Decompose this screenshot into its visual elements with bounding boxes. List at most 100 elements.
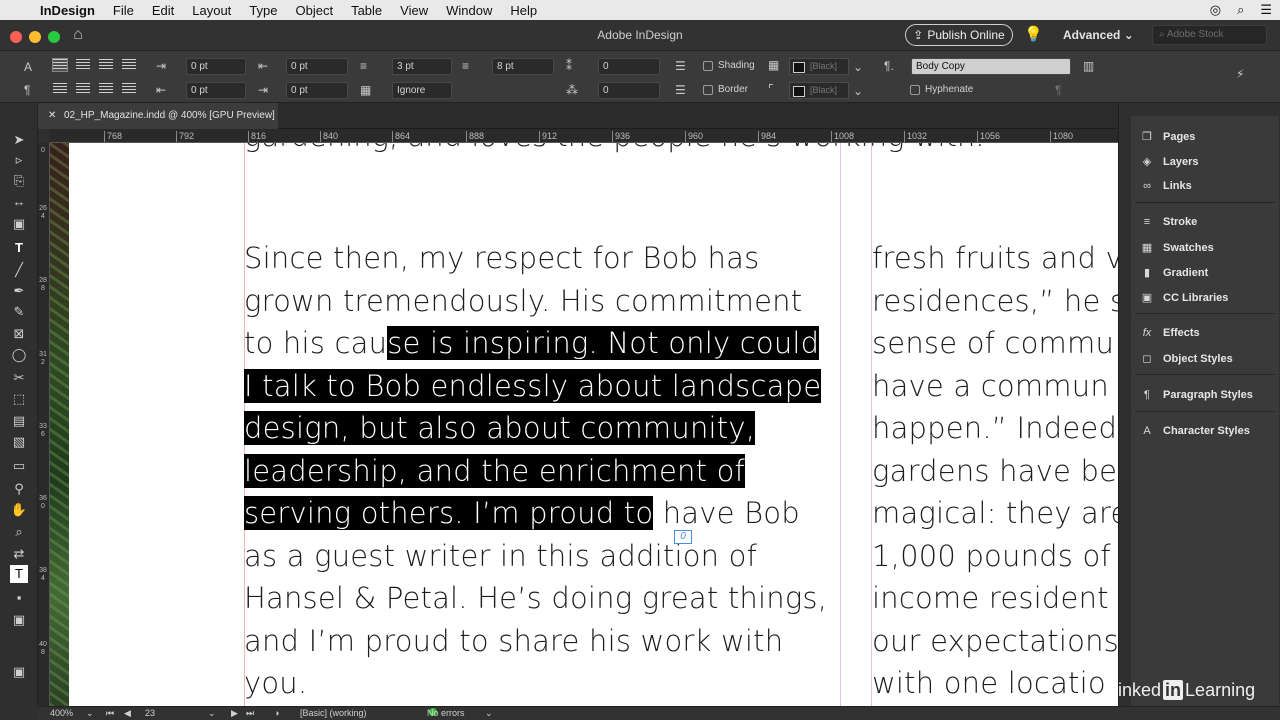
first-line-indent-field[interactable]: 0 pt: [186, 82, 246, 99]
drop-cap-lines-field[interactable]: 0: [598, 58, 660, 75]
character-formatting-icon[interactable]: A: [24, 60, 32, 74]
open-file-icon[interactable]: ◑: [274, 708, 279, 718]
panel-character-styles[interactable]: A Character Styles: [1139, 425, 1250, 437]
next-page-icon[interactable]: ▶: [231, 708, 238, 719]
quick-apply-icon[interactable]: ⚡: [1236, 67, 1244, 81]
menu-type[interactable]: Type: [249, 3, 277, 18]
document-tab[interactable]: ✕ 02_HP_Magazine.indd @ 400% [GPU Previe…: [38, 103, 278, 129]
note-tool-icon[interactable]: ▭: [9, 457, 29, 475]
creative-cloud-icon[interactable]: ◎: [1210, 2, 1221, 18]
panel-cc-libraries[interactable]: ▣ CC Libraries: [1139, 291, 1229, 305]
space-after-field[interactable]: 8 pt: [492, 58, 554, 75]
shading-settings-icon[interactable]: ▦: [768, 58, 779, 72]
normal-view-mode-icon[interactable]: ▣: [9, 611, 29, 629]
text-frame-column-2[interactable]: fresh fruits and v residences,” he s sen…: [872, 237, 1118, 705]
last-page-icon[interactable]: ⏭: [246, 708, 254, 719]
spotlight-search-icon[interactable]: ⌕: [1237, 2, 1244, 18]
adobe-stock-search-input[interactable]: ⌕ Adobe Stock: [1152, 25, 1267, 45]
justify-left-icon[interactable]: [122, 59, 136, 71]
justify-all-icon[interactable]: [76, 83, 90, 95]
first-page-icon[interactable]: ⏮: [106, 708, 114, 719]
menu-app-name[interactable]: InDesign: [40, 3, 95, 18]
apply-color-icon[interactable]: ▪: [9, 589, 29, 607]
page-dropdown-icon[interactable]: ⌄: [208, 708, 216, 719]
align-center-icon[interactable]: [76, 59, 90, 71]
border-settings-icon[interactable]: ⌜: [768, 82, 774, 96]
menu-object[interactable]: Object: [296, 3, 334, 18]
free-transform-tool-icon[interactable]: ⬚: [9, 390, 29, 408]
menu-edit[interactable]: Edit: [152, 3, 174, 18]
document-page[interactable]: gardening, and loves the people he’s wor…: [69, 143, 1118, 706]
notification-center-icon[interactable]: ☰: [1260, 2, 1272, 18]
home-icon[interactable]: ⌂: [68, 26, 88, 46]
panel-pages[interactable]: ❐ Pages: [1139, 130, 1195, 144]
menu-help[interactable]: Help: [510, 3, 537, 18]
direct-selection-tool-icon[interactable]: ▹: [9, 151, 29, 169]
menu-file[interactable]: File: [113, 3, 134, 18]
vertical-ruler[interactable]: 0 264 288 312 336 360 384 408: [38, 143, 50, 706]
shading-color-swatch[interactable]: [Black]: [789, 58, 849, 75]
panel-object-styles[interactable]: ◻ Object Styles: [1139, 352, 1232, 366]
panel-paragraph-styles[interactable]: ¶ Paragraph Styles: [1139, 389, 1253, 401]
drop-cap-chars-field[interactable]: 0: [598, 82, 660, 99]
screen-mode-icon[interactable]: ▣: [9, 663, 29, 681]
text-frame-column-1[interactable]: Since then, my respect for Bob has grown…: [244, 237, 827, 705]
eyedropper-tool-icon[interactable]: ⚲: [9, 480, 29, 498]
align-right-icon[interactable]: [99, 59, 113, 71]
preflight-dropdown-icon[interactable]: ⌄: [485, 708, 493, 719]
hand-tool-icon[interactable]: ✋: [9, 501, 29, 519]
last-line-indent-field[interactable]: 0 pt: [286, 82, 348, 99]
content-collector-tool-icon[interactable]: ▣: [9, 215, 29, 233]
panel-links[interactable]: ∞ Links: [1139, 180, 1192, 192]
panel-gradient[interactable]: ▮ Gradient: [1139, 266, 1208, 280]
close-tab-icon[interactable]: ✕: [48, 110, 56, 121]
justify-center-icon[interactable]: [53, 83, 67, 95]
zoom-tool-icon[interactable]: ⌕: [9, 523, 29, 541]
line-tool-icon[interactable]: ╱: [9, 261, 29, 279]
pen-tool-icon[interactable]: ✒: [9, 282, 29, 300]
close-window-button[interactable]: [10, 31, 22, 43]
clear-overrides-icon[interactable]: ¶: [1055, 83, 1061, 97]
swap-fill-stroke-icon[interactable]: ⇄: [9, 545, 29, 563]
zoom-level-field[interactable]: 400%: [50, 708, 73, 718]
border-color-dropdown-icon[interactable]: ⌄: [853, 84, 863, 98]
paragraph-formatting-icon[interactable]: ¶: [24, 83, 30, 97]
pencil-tool-icon[interactable]: ✎: [9, 303, 29, 321]
bulleted-list-icon[interactable]: ☰: [675, 59, 686, 73]
column-settings-icon[interactable]: ▥: [1083, 59, 1094, 73]
preflight-profile[interactable]: [Basic] (working): [300, 708, 367, 718]
panel-layers[interactable]: ◈ Layers: [1139, 155, 1199, 169]
formatting-affects-text-icon[interactable]: T: [10, 565, 28, 583]
paragraph-style-select[interactable]: Body Copy: [911, 58, 1071, 75]
horizontal-ruler[interactable]: 768 792 816 840 864 888 912 936 960 984 …: [50, 129, 1118, 143]
shading-color-dropdown-icon[interactable]: ⌄: [853, 60, 863, 74]
type-tool-icon[interactable]: T: [9, 239, 29, 257]
zoom-window-button[interactable]: [48, 31, 60, 43]
left-indent-field[interactable]: 0 pt: [186, 58, 246, 75]
gap-tool-icon[interactable]: ↔: [9, 193, 29, 211]
panel-stroke[interactable]: ≡ Stroke: [1139, 216, 1197, 228]
panel-effects[interactable]: fx Effects: [1139, 327, 1200, 339]
border-color-swatch[interactable]: [Black]: [789, 82, 849, 99]
minimize-window-button[interactable]: [29, 31, 41, 43]
numbered-list-icon[interactable]: ☰: [675, 83, 686, 97]
publish-online-button[interactable]: ⇪ Publish Online: [905, 24, 1013, 46]
right-indent-field[interactable]: 0 pt: [286, 58, 348, 75]
menu-view[interactable]: View: [400, 3, 428, 18]
lightbulb-icon[interactable]: 💡: [1024, 25, 1043, 43]
gradient-swatch-tool-icon[interactable]: ▤: [9, 412, 29, 430]
space-before-field[interactable]: 3 pt: [392, 58, 452, 75]
panel-swatches[interactable]: ▦ Swatches: [1139, 241, 1214, 255]
previous-paragraph-line[interactable]: gardening, and loves the people he’s wor…: [244, 143, 984, 153]
hyphenate-checkbox[interactable]: [910, 85, 920, 95]
workspace-switcher[interactable]: Advanced ⌄: [1063, 28, 1134, 42]
menu-window[interactable]: Window: [446, 3, 492, 18]
previous-page-icon[interactable]: ◀: [124, 708, 131, 719]
menu-table[interactable]: Table: [351, 3, 382, 18]
shading-checkbox[interactable]: [703, 61, 713, 71]
page-number-field[interactable]: 23: [145, 708, 155, 718]
align-away-spine-icon[interactable]: [122, 83, 136, 95]
align-toward-spine-icon[interactable]: [99, 83, 113, 95]
rectangle-frame-tool-icon[interactable]: ⊠: [9, 325, 29, 343]
document-canvas[interactable]: gardening, and loves the people he’s wor…: [50, 143, 1118, 706]
